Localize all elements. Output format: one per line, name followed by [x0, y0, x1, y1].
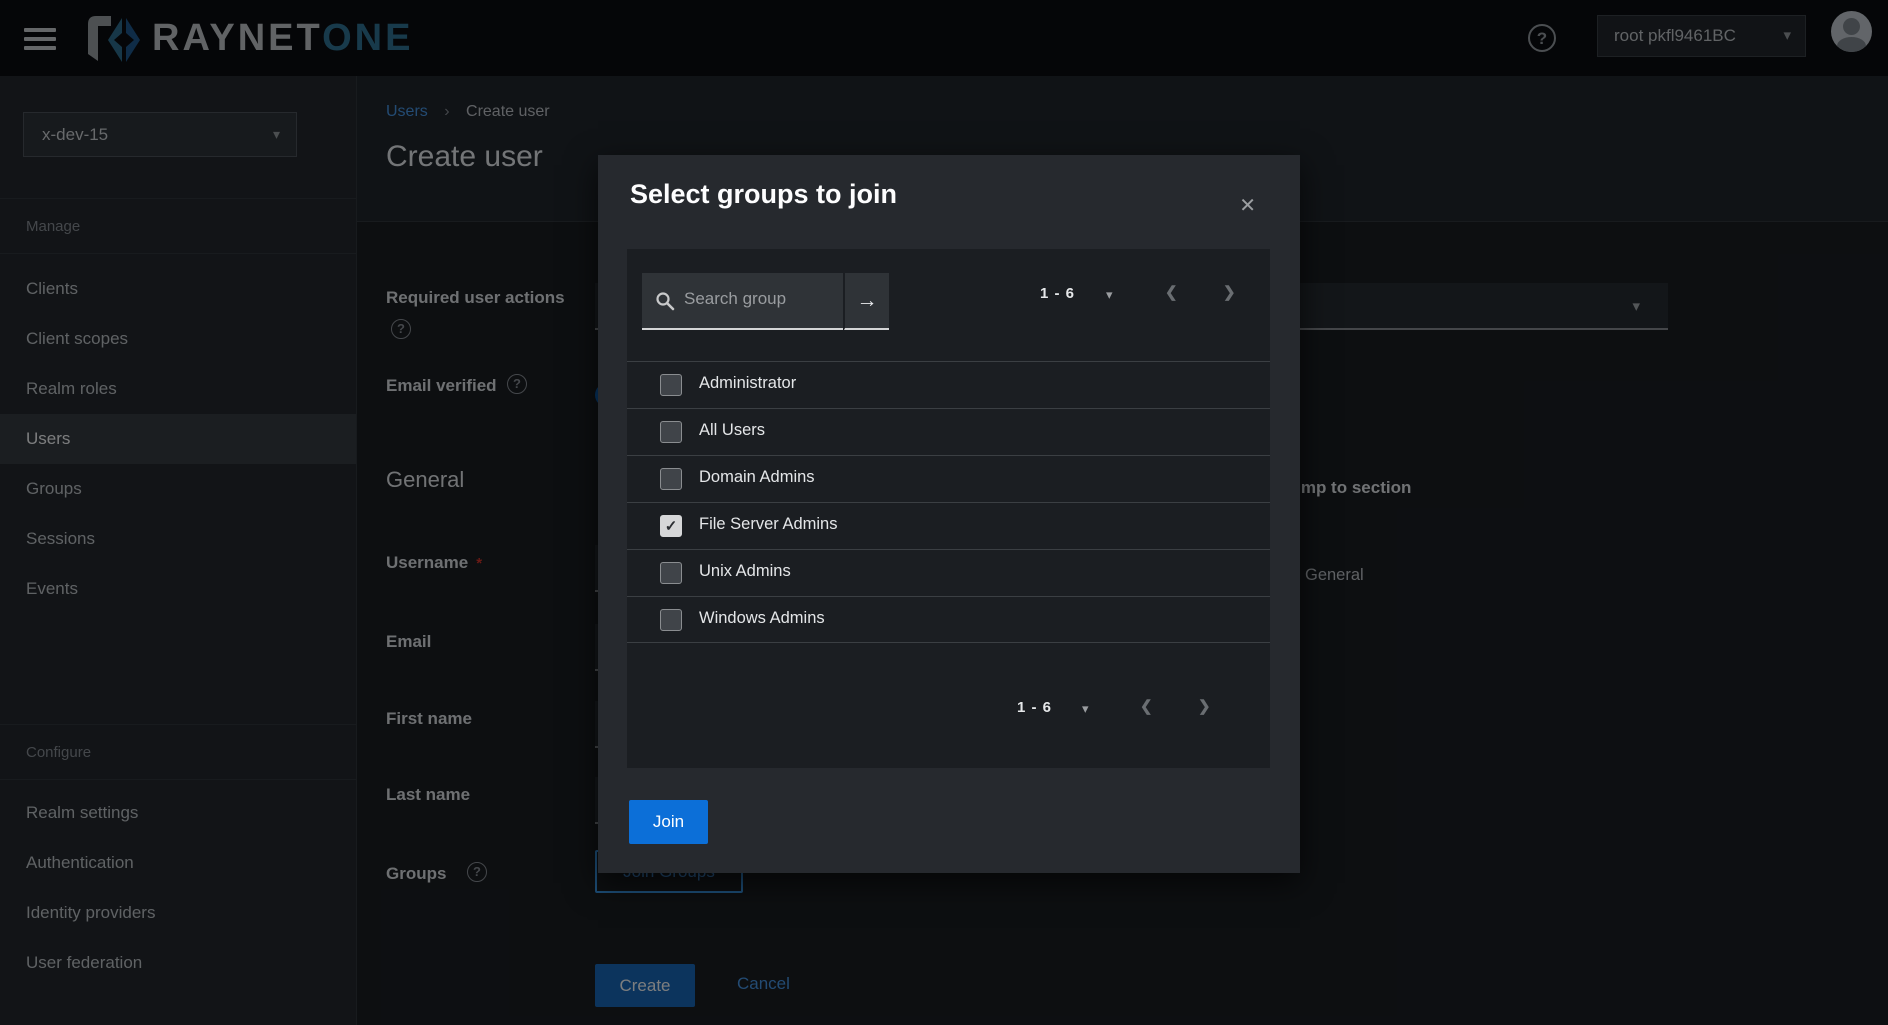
group-row-windows-admins: Windows Admins: [627, 596, 1270, 643]
group-list: Administrator All Users Domain Admins ✓ …: [627, 361, 1270, 643]
group-row-all-users: All Users: [627, 408, 1270, 455]
close-icon[interactable]: ✕: [1239, 193, 1256, 218]
pagination-prev-top[interactable]: ❮: [1165, 283, 1178, 301]
groups-panel: Search group → 1 - 6 ▾ ❮ ❯ Administrator…: [627, 249, 1270, 768]
pagination-next-bottom[interactable]: ❯: [1198, 697, 1211, 715]
pagination-caret-top[interactable]: ▾: [1106, 287, 1113, 303]
pagination-range-bottom: 1 - 6: [1017, 699, 1052, 716]
group-row-domain-admins: Domain Admins: [627, 455, 1270, 502]
checkbox-windows-admins[interactable]: [660, 609, 682, 631]
group-row-unix-admins: Unix Admins: [627, 549, 1270, 596]
search-icon: [655, 291, 675, 311]
modal-title: Select groups to join: [630, 179, 897, 210]
group-row-administrator: Administrator: [627, 361, 1270, 408]
checkbox-domain-admins[interactable]: [660, 468, 682, 490]
pagination-prev-bottom[interactable]: ❮: [1140, 697, 1153, 715]
search-placeholder: Search group: [684, 289, 786, 309]
join-button[interactable]: Join: [629, 800, 708, 844]
checkbox-all-users[interactable]: [660, 421, 682, 443]
select-groups-modal: Select groups to join ✕ Search group → 1…: [598, 155, 1300, 873]
pagination-caret-bottom[interactable]: ▾: [1082, 701, 1089, 717]
pagination-range-top: 1 - 6: [1040, 285, 1075, 302]
checkbox-administrator[interactable]: [660, 374, 682, 396]
group-search-input[interactable]: Search group: [642, 273, 843, 330]
checkbox-file-server-admins-checked[interactable]: ✓: [660, 515, 682, 537]
group-row-file-server-admins: ✓ File Server Admins: [627, 502, 1270, 549]
checkbox-unix-admins[interactable]: [660, 562, 682, 584]
search-submit-button[interactable]: →: [844, 273, 889, 330]
pagination-next-top[interactable]: ❯: [1223, 283, 1236, 301]
